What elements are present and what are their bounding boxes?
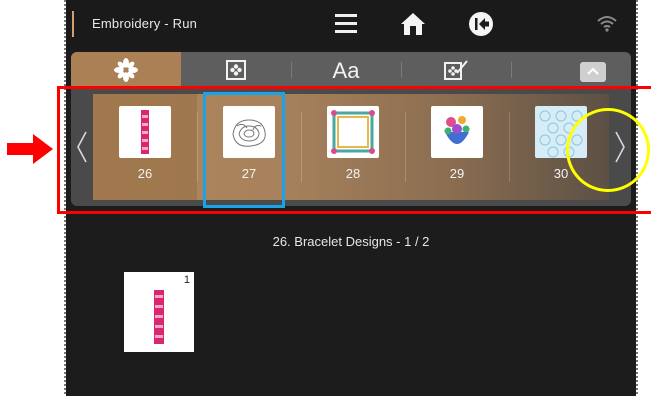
pattern-thumbnail-1[interactable]: 1 [124, 272, 194, 352]
back-icon[interactable] [468, 11, 494, 37]
top-bar: Embroidery - Run [66, 0, 636, 50]
tab-bar: Aa [71, 52, 631, 88]
collapse-button[interactable] [580, 62, 606, 82]
fonts-tab-label: Aa [332, 58, 360, 83]
tab-design-collection[interactable] [181, 52, 291, 88]
title-accent-bar [72, 11, 74, 37]
tab-designs[interactable] [71, 52, 181, 88]
annotation-yellow-circle [566, 108, 650, 192]
pattern-index: 1 [183, 274, 190, 286]
tab-my-designs[interactable] [401, 52, 511, 88]
menu-icon[interactable] [335, 14, 357, 34]
flower-icon [114, 58, 138, 82]
annotation-red-box [57, 86, 651, 214]
app-title: Embroidery - Run [92, 16, 198, 31]
annotation-blue-box [203, 92, 285, 208]
home-icon[interactable] [400, 11, 426, 37]
wifi-icon [596, 14, 618, 32]
chevron-up-icon [587, 67, 599, 75]
flower-frame-icon [226, 60, 246, 80]
annotation-arrow-icon [7, 134, 53, 164]
category-caption: 26. Bracelet Designs - 1 / 2 [272, 234, 430, 249]
design-edit-icon [444, 60, 468, 80]
tab-fonts[interactable]: Aa [291, 52, 401, 88]
